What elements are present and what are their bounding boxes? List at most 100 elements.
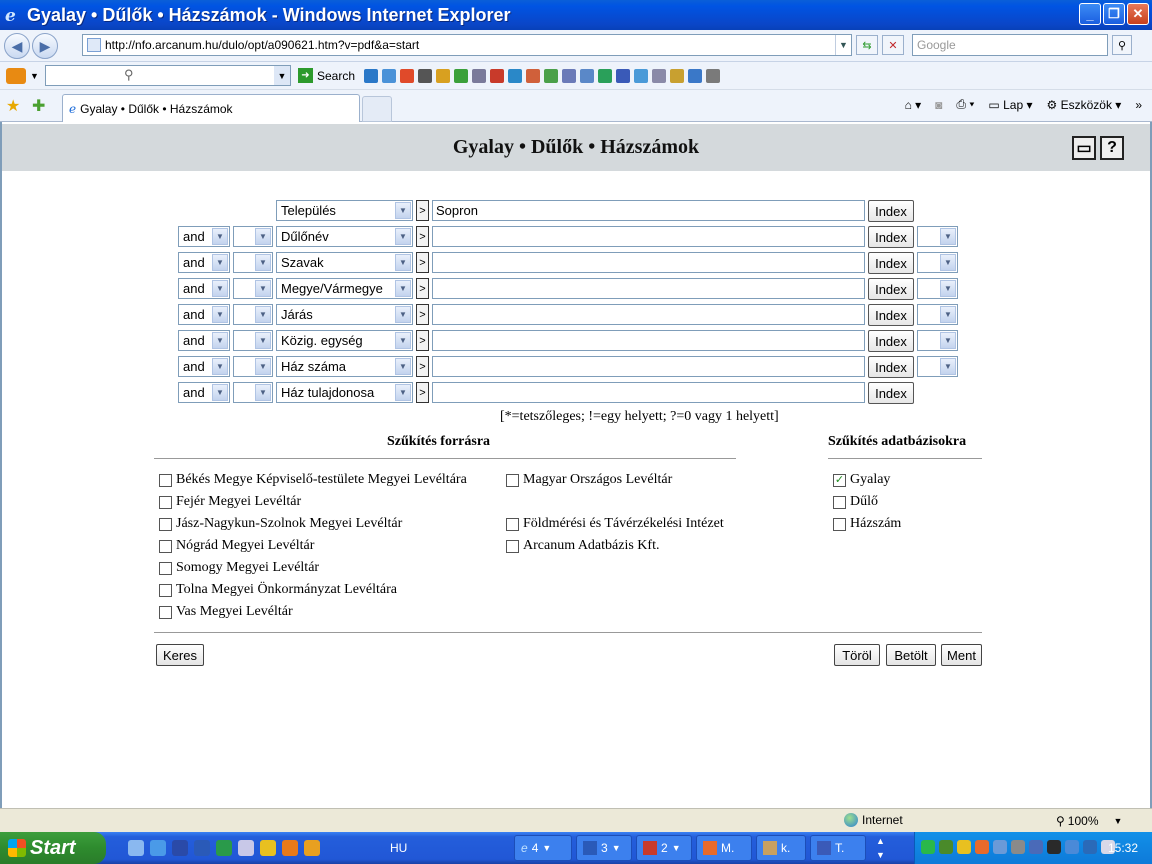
index-button[interactable]: Index xyxy=(868,226,914,248)
source-checkbox[interactable]: Arcanum Adatbázis Kft. xyxy=(506,538,659,554)
expand-button[interactable]: > xyxy=(416,330,429,351)
print-button[interactable]: ⎙ ▾ xyxy=(956,97,974,112)
toolbar-icon[interactable] xyxy=(562,69,576,83)
quick-launch-icon[interactable] xyxy=(128,840,144,856)
toolbar-icon[interactable] xyxy=(490,69,504,83)
logic-select[interactable]: ▼ xyxy=(917,330,958,351)
index-button[interactable]: Index xyxy=(868,200,914,222)
stop-button[interactable]: ✕ xyxy=(882,35,904,55)
operator-select[interactable]: and ▼ xyxy=(178,252,230,273)
index-button[interactable]: Index xyxy=(868,382,914,404)
quick-launch-icon[interactable] xyxy=(260,840,276,856)
source-checkbox[interactable]: Jász-Nagykun-Szolnok Megyei Levéltár xyxy=(159,516,402,532)
toolbar-icon[interactable] xyxy=(400,69,414,83)
checkbox[interactable] xyxy=(159,605,172,619)
quick-launch-icon[interactable] xyxy=(150,840,166,856)
help-button[interactable]: ? xyxy=(1100,136,1124,160)
quick-launch-icon[interactable] xyxy=(172,840,188,856)
logic-select[interactable]: ▼ xyxy=(917,304,958,325)
expand-button[interactable]: > xyxy=(416,226,429,247)
tray-icon[interactable] xyxy=(939,840,953,854)
quick-launch-icon[interactable] xyxy=(238,840,254,856)
tray-icon[interactable] xyxy=(1029,840,1043,854)
maximize-view-button[interactable]: ▭ xyxy=(1072,136,1096,160)
taskbar-item[interactable]: e 4 ▼ xyxy=(514,835,572,861)
database-checkbox[interactable]: Házszám xyxy=(833,516,901,532)
query-input[interactable] xyxy=(432,278,865,299)
toolbar-search-input[interactable]: ⚲ ▼ xyxy=(45,65,291,86)
query-input[interactable] xyxy=(432,330,865,351)
expand-button[interactable]: > xyxy=(416,278,429,299)
more-chevron-icon[interactable]: » xyxy=(1135,98,1142,112)
taskbar-item[interactable]: T. xyxy=(810,835,866,861)
tray-icon[interactable] xyxy=(921,840,935,854)
expand-button[interactable]: > xyxy=(416,200,429,221)
address-field[interactable]: http://nfo.arcanum.hu/dulo/opt/a090621.h… xyxy=(82,34,852,56)
index-button[interactable]: Index xyxy=(868,252,914,274)
taskbar-scroll[interactable]: ▲ ▼ xyxy=(876,834,885,862)
modifier-select[interactable]: ▼ xyxy=(233,252,273,273)
search-submit-button[interactable]: Keres xyxy=(156,644,204,666)
tray-icon[interactable] xyxy=(1011,840,1025,854)
checkbox[interactable] xyxy=(159,495,172,509)
database-checkbox[interactable]: ✓ Gyalay xyxy=(833,472,890,488)
query-input[interactable] xyxy=(432,304,865,325)
database-checkbox[interactable]: Dűlő xyxy=(833,494,878,510)
tray-icon[interactable] xyxy=(1065,840,1079,854)
tools-menu[interactable]: ⚙ Eszközök ▾ xyxy=(1046,98,1121,112)
logic-select[interactable]: ▼ xyxy=(917,252,958,273)
checkbox[interactable] xyxy=(833,517,846,531)
logic-select[interactable]: ▼ xyxy=(917,226,958,247)
taskbar-item[interactable]: 2 ▼ xyxy=(636,835,692,861)
toolbar-icon[interactable] xyxy=(634,69,648,83)
add-favorite-icon[interactable]: ✚ xyxy=(32,96,45,116)
checkbox[interactable] xyxy=(159,517,172,531)
query-input[interactable] xyxy=(432,356,865,377)
start-button[interactable]: Start xyxy=(0,832,106,864)
zoom-control[interactable]: ⚲ 100% ▼ xyxy=(1056,814,1122,828)
toolbar-menu-icon[interactable]: ▼ xyxy=(30,71,39,81)
toolbar-icon[interactable] xyxy=(580,69,594,83)
operator-select[interactable]: and ▼ xyxy=(178,382,230,403)
source-checkbox[interactable]: Vas Megyei Levéltár xyxy=(159,604,293,620)
toolbar-icon[interactable] xyxy=(382,69,396,83)
toolbar-icon[interactable] xyxy=(472,69,486,83)
forward-button[interactable]: ▶ xyxy=(32,33,58,59)
taskbar-item[interactable]: k. xyxy=(756,835,806,861)
toolbar-search-dropdown-icon[interactable]: ▼ xyxy=(274,66,290,85)
source-checkbox[interactable]: Fejér Megyei Levéltár xyxy=(159,494,301,510)
toolbar-icon[interactable] xyxy=(526,69,540,83)
modifier-select[interactable]: ▼ xyxy=(233,382,273,403)
checkbox[interactable] xyxy=(159,473,172,487)
clear-button[interactable]: Töröl xyxy=(834,644,880,666)
language-indicator[interactable]: HU xyxy=(390,841,407,855)
checkbox[interactable] xyxy=(159,583,172,597)
modifier-select[interactable]: ▼ xyxy=(233,226,273,247)
toolbar-icon[interactable] xyxy=(418,69,432,83)
expand-button[interactable]: > xyxy=(416,304,429,325)
quick-launch-icon[interactable] xyxy=(216,840,232,856)
toolbar-icon[interactable] xyxy=(544,69,558,83)
save-button[interactable]: Ment xyxy=(941,644,982,666)
field-select[interactable]: Település ▼ xyxy=(276,200,413,221)
field-select[interactable]: Közig. egység ▼ xyxy=(276,330,413,351)
page-menu[interactable]: ▭ Lap ▾ xyxy=(988,98,1032,112)
toolbar-icon[interactable] xyxy=(688,69,702,83)
tray-icon[interactable] xyxy=(1047,840,1061,854)
address-dropdown-icon[interactable]: ▼ xyxy=(835,35,851,55)
minimize-button[interactable]: _ xyxy=(1079,3,1101,25)
field-select[interactable]: Megye/Vármegye ▼ xyxy=(276,278,413,299)
expand-button[interactable]: > xyxy=(416,382,429,403)
field-select[interactable]: Ház száma ▼ xyxy=(276,356,413,377)
favorites-star-icon[interactable]: ★ xyxy=(6,96,20,116)
index-button[interactable]: Index xyxy=(868,356,914,378)
tray-icon[interactable] xyxy=(1083,840,1097,854)
feeds-button[interactable]: ◙ xyxy=(935,98,942,112)
operator-select[interactable]: and ▼ xyxy=(178,330,230,351)
load-button[interactable]: Betölt xyxy=(886,644,936,666)
operator-select[interactable]: and ▼ xyxy=(178,356,230,377)
modifier-select[interactable]: ▼ xyxy=(233,356,273,377)
toolbar-icon[interactable] xyxy=(508,69,522,83)
field-select[interactable]: Szavak ▼ xyxy=(276,252,413,273)
source-checkbox[interactable]: Földmérési és Távérzékelési Intézet xyxy=(506,516,724,532)
